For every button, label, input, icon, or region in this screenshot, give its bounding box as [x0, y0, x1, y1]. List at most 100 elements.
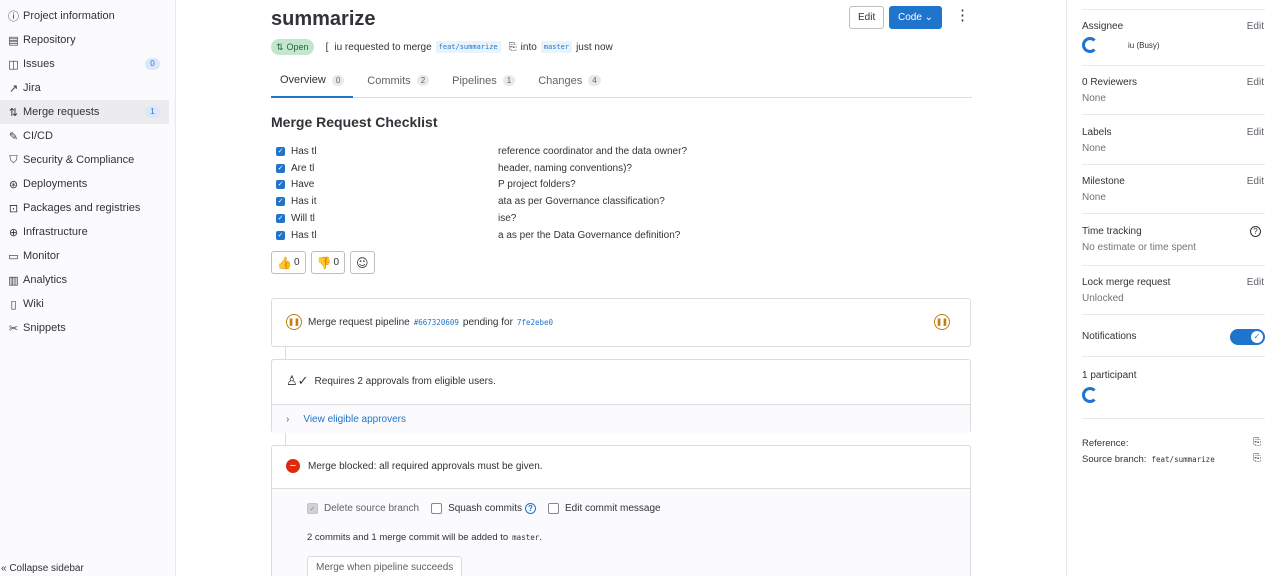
edit-commit-message-label: Edit commit message [564, 503, 661, 514]
edit-commit-message-option[interactable]: Edit commit message [547, 503, 661, 514]
assignee-name[interactable]: iu (Busy) [1128, 41, 1160, 50]
checklist-checkbox[interactable]: ✓ [276, 146, 285, 156]
edit-button[interactable]: Edit [849, 6, 885, 29]
merge-options-row: ✓ Delete source branch Squash commits ? … [272, 503, 970, 514]
tab-overview[interactable]: Overview 0 [271, 64, 354, 98]
help-icon[interactable]: ? [524, 503, 536, 514]
checklist-checkbox[interactable]: ✓ [276, 214, 285, 224]
shield-icon: ⛉ [9, 153, 18, 166]
more-actions-icon[interactable]: ⋮ [955, 8, 970, 24]
checklist-checkbox[interactable]: ✓ [276, 197, 285, 207]
timestamp: just now [576, 41, 613, 53]
checklist-item: ✓ Has it ata as per Governance classificat… [276, 193, 706, 210]
sidebar-item-label: Jira [23, 82, 41, 94]
labels-edit-link[interactable]: Edit [1247, 127, 1264, 138]
sidebar-item-monitor[interactable]: ▭ Monitor [0, 244, 176, 268]
checklist-text-end: ise? [498, 213, 517, 225]
sidebar-item-analytics[interactable]: ▥ Analytics [0, 268, 176, 292]
tab-changes[interactable]: Changes 4 [529, 64, 610, 97]
merge-request-icon: ⇅ [8, 105, 19, 119]
collapse-sidebar-button[interactable]: « Collapse sidebar [0, 563, 84, 574]
lock-edit-link[interactable]: Edit [1247, 277, 1264, 288]
checklist-checkbox[interactable]: ✓ [276, 163, 285, 173]
approvers-row[interactable]: › View eligible approvers [272, 404, 970, 433]
sidebar-item-issues[interactable]: ◫ Issues 0 [0, 52, 176, 76]
sidebar-item-infrastructure[interactable]: ⊕ Infrastructure [0, 220, 176, 244]
sidebar-item-label: Repository [23, 34, 76, 46]
thumbs-down-count: 0 [333, 257, 340, 268]
pipeline-id-link[interactable]: #667320609 [414, 318, 459, 327]
participant-list [1082, 387, 1265, 406]
sidebar-item-repository[interactable]: ▤ Repository [0, 28, 176, 52]
sidebar-item-security-compliance[interactable]: ⛉ Security & Compliance [0, 148, 176, 172]
status-badge: ⇅ Open [271, 39, 314, 55]
labels-block: Labels Edit None [1082, 127, 1265, 165]
into-text: into [520, 41, 537, 53]
sidebar-item-project-information[interactable]: ⓘ Project information [0, 4, 176, 28]
notifications-toggle[interactable]: ✓ [1230, 329, 1265, 345]
pipeline-status-icon[interactable]: ❚❚ [934, 314, 950, 330]
milestone-value: None [1082, 192, 1106, 203]
avatar[interactable] [1082, 387, 1098, 403]
squash-commits-checkbox[interactable] [431, 503, 443, 514]
milestone-edit-link[interactable]: Edit [1247, 176, 1264, 187]
tab-count: 2 [416, 75, 430, 86]
pipeline-row: ❚❚ Merge request pipeline #667320609 pen… [272, 314, 970, 330]
help-icon[interactable]: ? [1250, 226, 1261, 237]
tab-count: 4 [588, 75, 601, 86]
sidebar-item-label: Issues [23, 58, 55, 70]
sidebar-item-packages-and-registries[interactable]: ⊡ Packages and registries [0, 196, 176, 220]
right-sidebar: Assignee Edit iu (Busy) 0 Reviewers Edit… [1066, 0, 1275, 576]
copy-icon[interactable]: ⎘ [509, 42, 517, 53]
code-dropdown-button[interactable]: Code ⌄ [889, 6, 943, 29]
edit-commit-message-checkbox[interactable] [547, 503, 559, 514]
lock-title: Lock merge request [1082, 277, 1171, 288]
thumbs-up-button[interactable]: 👍 0 [271, 251, 306, 274]
merge-blocked-row: − Merge blocked: all required approvals … [272, 459, 970, 473]
nav-list: ⓘ Project information ▤ Repository ◫ Issues 0 ↗… [0, 4, 176, 340]
pipeline-pending-icon[interactable]: ❚❚ [286, 314, 302, 330]
checklist-checkbox[interactable]: ✓ [276, 180, 285, 190]
squash-commits-option[interactable]: Squash commits ? [431, 503, 536, 514]
info-icon: ⓘ [8, 10, 19, 23]
copy-icon[interactable]: ⎘ [1253, 437, 1261, 448]
view-approvers-link[interactable]: View eligible approvers [303, 414, 406, 425]
deployments-icon: ⊛ [8, 177, 19, 191]
blocked-icon: − [286, 459, 300, 473]
sidebar-item-ci-cd[interactable]: ✎ CI/CD [0, 124, 176, 148]
thumbs-down-button[interactable]: 👎 0 [310, 251, 346, 274]
copy-icon[interactable]: ⎘ [1253, 453, 1261, 464]
cicd-icon: ✎ [8, 129, 19, 143]
tab-pipelines[interactable]: Pipelines 1 [443, 64, 524, 97]
assignee-block: Assignee Edit iu (Busy) [1082, 21, 1265, 66]
add-reaction-button[interactable]: ☺ [350, 251, 375, 274]
mr-meta: ⇅ Open [ iu requested to merge feat/summ… [271, 39, 613, 55]
sidebar-item-label: Deployments [23, 178, 88, 190]
target-branch[interactable]: master [540, 41, 573, 53]
sidebar-item-snippets[interactable]: ✂ Snippets [0, 316, 176, 340]
sidebar-item-label: Wiki [23, 298, 44, 310]
checklist-checkbox[interactable]: ✓ [276, 230, 285, 240]
merge-target-branch: master [512, 533, 540, 542]
sidebar-item-jira[interactable]: ↗ Jira [0, 76, 176, 100]
avatar[interactable] [1082, 37, 1098, 53]
checklist-item: ✓ Are tl header, naming conventions)? [276, 160, 706, 177]
assignee-edit-link[interactable]: Edit [1247, 21, 1264, 32]
lock-value: Unlocked [1082, 293, 1124, 304]
assignee-row[interactable]: iu (Busy) [1082, 37, 1265, 53]
sidebar-item-merge-requests[interactable]: ⇅ Merge requests 1 [0, 100, 169, 124]
lock-block: Lock merge request Edit Unlocked [1082, 277, 1265, 315]
sidebar-item-deployments[interactable]: ⊛ Deployments [0, 172, 176, 196]
tab-commits[interactable]: Commits 2 [358, 64, 438, 97]
checklist-text-end: reference coordinator and the data owner… [498, 145, 688, 157]
sidebar-item-wiki[interactable]: ▯ Wiki [0, 292, 176, 316]
tab-label: Overview [280, 74, 326, 86]
author-initial[interactable]: [ [326, 42, 329, 53]
source-branch[interactable]: feat/summarize [435, 41, 501, 53]
reviewers-edit-link[interactable]: Edit [1247, 77, 1264, 88]
sidebar-item-label: Infrastructure [23, 226, 88, 238]
merge-widget: − Merge blocked: all required approvals … [271, 445, 971, 576]
commit-sha-link[interactable]: 7fe2ebe0 [517, 318, 553, 327]
merge-when-pipeline-succeeds-button[interactable]: Merge when pipeline succeeds [307, 556, 463, 576]
approval-widget: ♙✓ Requires 2 approvals from eligible us… [271, 359, 971, 433]
